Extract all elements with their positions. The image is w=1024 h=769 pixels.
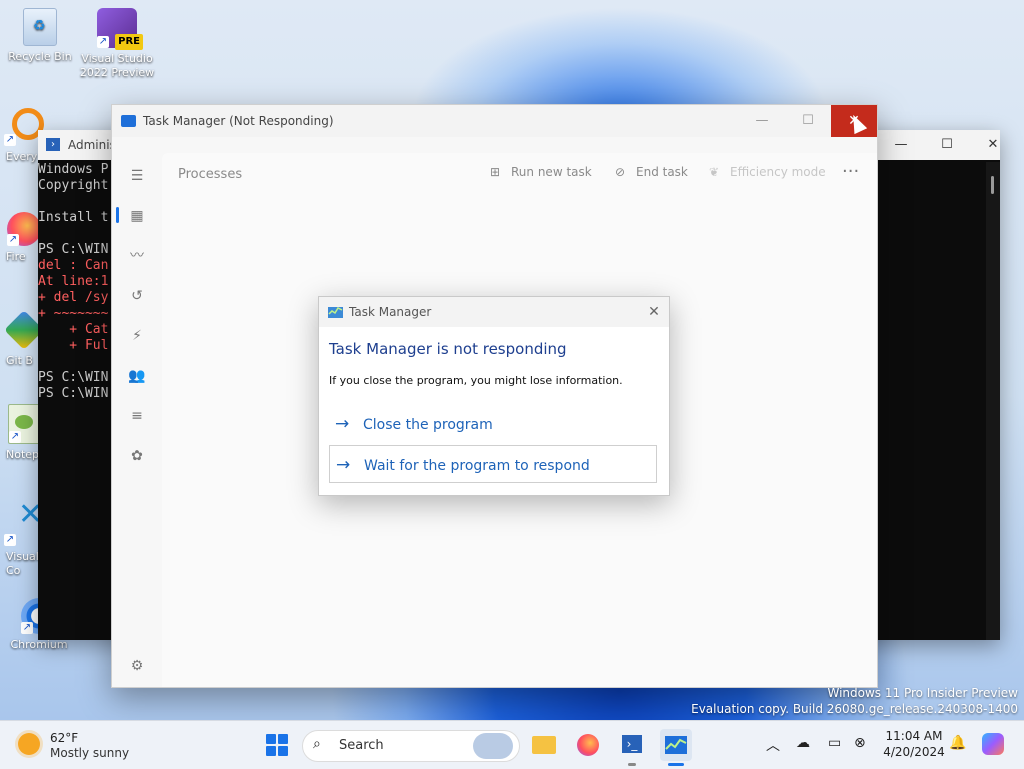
folder-icon <box>532 736 556 754</box>
end-task-icon: ⊘ <box>614 165 626 179</box>
task-manager-icon <box>121 115 136 127</box>
taskbar: 62°F Mostly sunny ⌕ Search ›_ ︿ ☁ ▭ ⊗ 11… <box>0 720 1024 769</box>
startup-apps-nav-icon[interactable]: ⚡ <box>126 325 148 347</box>
close-the-program-label: Close the program <box>363 417 493 433</box>
watermark-build: Evaluation copy. Build 26080.ge_release.… <box>691 702 1018 716</box>
arrow-right-icon: → <box>336 455 351 475</box>
start-button[interactable] <box>262 729 294 761</box>
shortcut-arrow-icon: ↗ <box>9 431 21 443</box>
powershell-taskbar-button[interactable]: ›_ <box>616 729 648 761</box>
dialog-title-bar[interactable]: Task Manager ✕ <box>319 297 669 327</box>
weather-condition: Mostly sunny <box>50 746 130 760</box>
powershell-title: Adminis <box>68 138 116 152</box>
end-task-label: End task <box>636 165 688 179</box>
services-nav-icon[interactable]: ✿ <box>126 445 148 467</box>
shortcut-arrow-icon: ↗ <box>97 36 109 48</box>
search-highlight-image <box>473 733 513 759</box>
recycle-bin-shortcut[interactable]: ♻ Recycle Bin <box>2 8 78 64</box>
task-manager-nav-sidebar: ☰ ▦ 〰 ↺ ⚡ 👥 ≡ ✿ ⚙ <box>112 137 162 687</box>
notepad-icon: ↗ <box>8 404 40 444</box>
shortcut-arrow-icon: ↗ <box>21 622 33 634</box>
sun-icon <box>18 733 40 755</box>
firefox-taskbar-button[interactable] <box>572 729 604 761</box>
visual-studio-icon: PRE ↗ <box>97 8 143 50</box>
watermark-edition: Windows 11 Pro Insider Preview <box>827 686 1018 700</box>
powershell-icon: ›_ <box>622 735 642 753</box>
firefox-icon: ↗ <box>7 212 41 246</box>
details-nav-icon[interactable]: ≡ <box>126 405 148 427</box>
more-options-button[interactable]: ··· <box>842 161 859 182</box>
windows-logo-icon <box>266 734 288 756</box>
performance-nav-icon[interactable]: 〰 <box>126 245 148 267</box>
weather-widget[interactable]: 62°F Mostly sunny <box>18 729 138 761</box>
powershell-icon: › <box>46 138 60 151</box>
visual-studio-label: Visual Studio 2022 Preview <box>79 52 155 79</box>
task-manager-icon <box>665 736 687 754</box>
chromium-label: Chromium <box>10 638 68 651</box>
running-indicator <box>628 763 636 766</box>
settings-gear-icon[interactable]: ⚙ <box>126 655 148 677</box>
not-responding-dialog[interactable]: Task Manager ✕ Task Manager is not respo… <box>318 296 670 496</box>
task-manager-toolbar: Processes ⊞ Run new task ⊘ End task ❦ Effic… <box>162 153 877 197</box>
active-indicator <box>668 763 684 766</box>
efficiency-mode-label: Efficiency mode <box>730 165 826 179</box>
desktop: ♻ Recycle Bin PRE ↗ Visual Studio 2022 P… <box>0 0 1024 720</box>
arrow-right-icon: → <box>335 414 350 434</box>
taskbar-search-box[interactable]: ⌕ Search <box>302 730 520 762</box>
page-title: Processes <box>178 167 243 182</box>
clock-time: 11:04 AM <box>885 729 943 743</box>
app-history-nav-icon[interactable]: ↺ <box>126 285 148 307</box>
hamburger-menu-icon[interactable]: ☰ <box>126 165 148 187</box>
processes-nav-icon[interactable]: ▦ <box>126 205 148 227</box>
weather-temperature: 62°F <box>50 731 79 745</box>
task-manager-minimize-button[interactable]: — <box>739 105 785 137</box>
recycle-bin-label: Recycle Bin <box>8 50 72 63</box>
recycle-bin-icon: ♻ <box>23 8 57 46</box>
task-manager-maximize-button[interactable]: ☐ <box>785 105 831 137</box>
nav-selected-indicator <box>116 207 119 223</box>
run-new-task-button[interactable]: ⊞ Run new task <box>487 165 592 179</box>
display-icon[interactable]: ▭ <box>828 735 841 751</box>
system-clock[interactable]: 11:04 AM 4/20/2024 <box>880 728 948 760</box>
powershell-close-button[interactable]: ✕ <box>970 130 1016 160</box>
run-new-task-label: Run new task <box>511 165 592 179</box>
file-explorer-taskbar-button[interactable] <box>528 729 560 761</box>
scrollbar-thumb[interactable] <box>991 176 994 194</box>
run-task-icon: ⊞ <box>489 165 501 179</box>
close-the-program-option[interactable]: → Close the program <box>329 405 657 443</box>
shortcut-arrow-icon: ↗ <box>4 134 16 146</box>
clock-date: 4/20/2024 <box>883 745 945 759</box>
end-task-button[interactable]: ⊘ End task <box>612 165 688 179</box>
search-placeholder: Search <box>339 738 384 753</box>
network-icon[interactable]: ⊗ <box>854 735 866 751</box>
shortcut-arrow-icon: ↗ <box>4 534 16 546</box>
pre-badge: PRE <box>115 34 143 50</box>
copilot-icon[interactable] <box>982 733 1004 755</box>
dialog-heading: Task Manager is not responding <box>329 340 567 358</box>
notification-bell-icon[interactable]: 🔔 <box>949 735 966 751</box>
wait-for-program-option[interactable]: → Wait for the program to respond <box>329 445 657 483</box>
task-manager-title-bar[interactable]: Task Manager (Not Responding) — ☐ ✕ <box>112 105 877 137</box>
dialog-message: If you close the program, you might lose… <box>329 374 623 387</box>
task-manager-taskbar-button[interactable] <box>660 729 692 761</box>
dialog-title: Task Manager <box>349 305 432 319</box>
shortcut-arrow-icon: ↗ <box>7 234 19 246</box>
powershell-maximize-button[interactable]: ☐ <box>924 130 970 160</box>
powershell-minimize-button[interactable]: — <box>878 130 924 160</box>
powershell-scrollbar[interactable] <box>986 162 1000 640</box>
firefox-icon <box>577 734 599 756</box>
dialog-close-button[interactable]: ✕ <box>639 297 669 327</box>
leaf-icon: ❦ <box>708 165 720 179</box>
wait-for-program-label: Wait for the program to respond <box>364 458 590 474</box>
visual-studio-shortcut[interactable]: PRE ↗ Visual Studio 2022 Preview <box>79 8 155 80</box>
show-hidden-icons-chevron-icon[interactable]: ︿ <box>766 735 780 755</box>
search-icon: ⌕ <box>313 736 321 752</box>
onedrive-icon[interactable]: ☁ <box>796 735 810 751</box>
users-nav-icon[interactable]: 👥 <box>126 365 148 387</box>
efficiency-mode-button[interactable]: ❦ Efficiency mode <box>706 165 826 179</box>
task-manager-title: Task Manager (Not Responding) <box>143 114 334 128</box>
task-manager-icon <box>328 307 343 318</box>
